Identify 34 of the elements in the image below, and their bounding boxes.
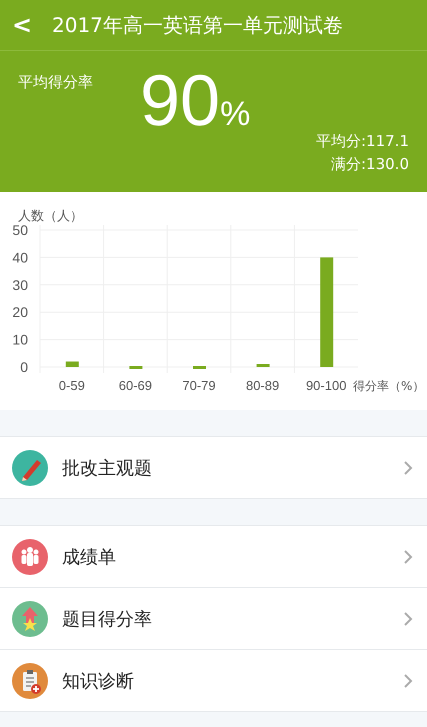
chevron-right-icon bbox=[403, 548, 413, 564]
y-tick-label: 0 bbox=[20, 359, 28, 375]
menu-item[interactable]: 知识诊断 bbox=[0, 649, 427, 711]
y-tick-label: 50 bbox=[12, 222, 28, 238]
summary-label: 平均得分率 bbox=[17, 72, 94, 92]
clipboard-icon bbox=[12, 662, 48, 698]
x-tick-label: 90-100 bbox=[306, 378, 346, 393]
bar bbox=[193, 366, 206, 369]
x-axis-label: 得分率（%） bbox=[353, 379, 424, 393]
score-rate-value: 90 bbox=[140, 65, 220, 137]
menu-item[interactable]: 批改主观题 bbox=[0, 436, 427, 498]
average-score: 平均分:117.1 bbox=[316, 132, 409, 151]
chevron-right-icon bbox=[403, 672, 413, 688]
bar bbox=[256, 364, 270, 367]
percent-unit: % bbox=[220, 95, 250, 134]
page-title: 2017年高一英语第一单元测试卷 bbox=[52, 12, 343, 38]
chevron-right-icon bbox=[403, 460, 413, 476]
full-score: 满分:130.0 bbox=[331, 155, 409, 174]
y-tick-label: 40 bbox=[12, 249, 28, 266]
bar bbox=[129, 366, 142, 369]
x-tick-label: 70-79 bbox=[182, 378, 216, 393]
bar bbox=[66, 362, 79, 367]
chevron-right-icon bbox=[403, 610, 413, 626]
x-tick-label: 60-69 bbox=[118, 378, 152, 393]
y-axis-label: 人数（人） bbox=[18, 209, 83, 224]
x-tick-label: 80-89 bbox=[246, 378, 280, 393]
menu-item[interactable]: 题目得分率 bbox=[0, 587, 427, 649]
menu-item[interactable]: 成绩单 bbox=[0, 525, 427, 587]
y-tick-label: 20 bbox=[12, 304, 28, 320]
pencil-icon bbox=[12, 450, 48, 486]
y-tick-label: 10 bbox=[12, 332, 28, 348]
x-tick-label: 0-59 bbox=[58, 378, 85, 393]
people-icon bbox=[12, 538, 48, 574]
y-tick-label: 30 bbox=[12, 276, 28, 293]
